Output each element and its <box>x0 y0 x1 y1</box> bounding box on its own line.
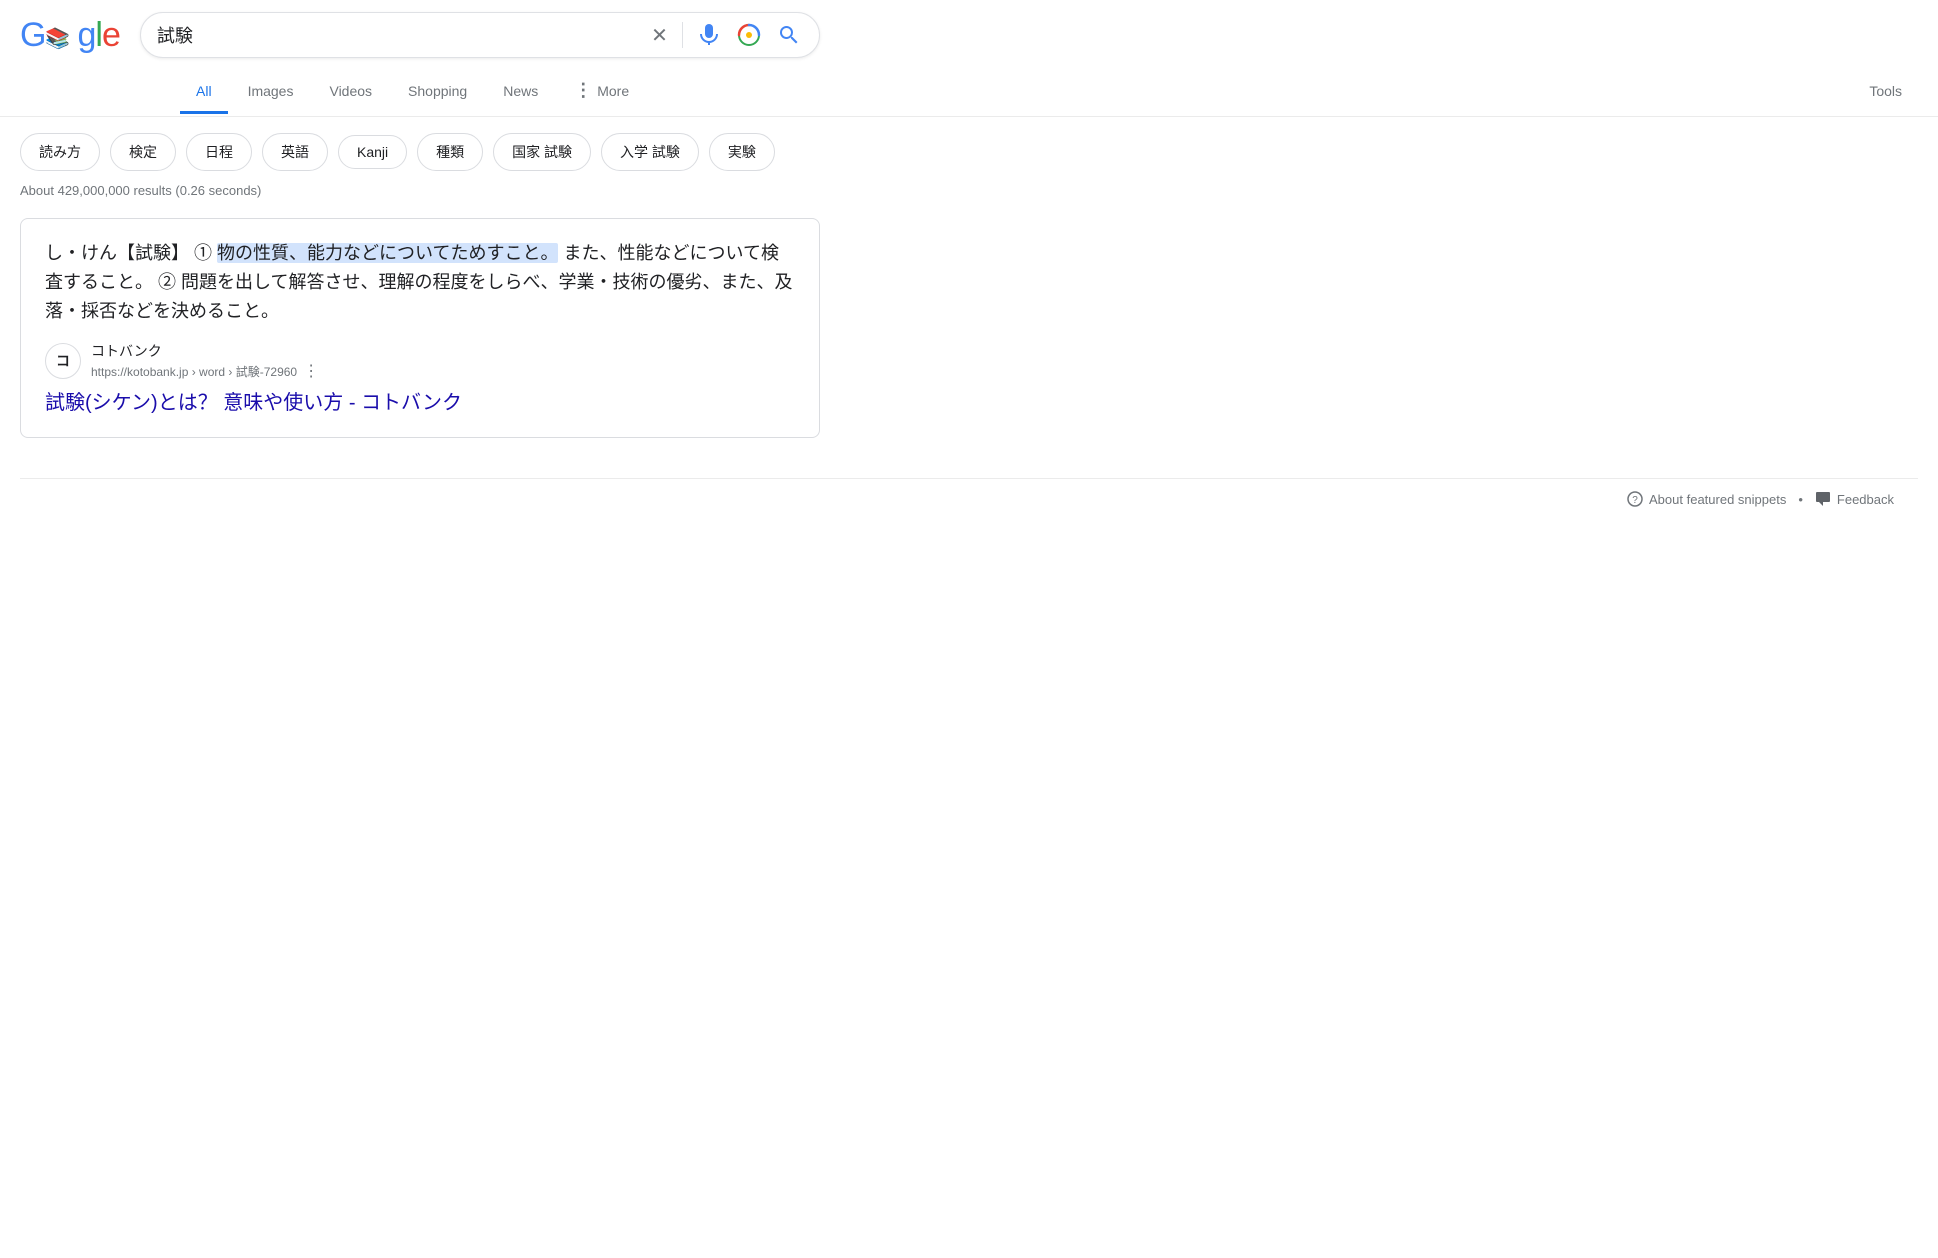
chip-kanji[interactable]: Kanji <box>338 135 407 169</box>
divider <box>682 22 683 48</box>
chip-yomikata[interactable]: 読み方 <box>20 133 100 171</box>
help-icon: ? <box>1627 491 1643 507</box>
search-icon <box>777 23 801 47</box>
search-bar: 試験 ✕ <box>140 12 820 58</box>
bottom-bar: ? About featured snippets • Feedback <box>20 478 1918 519</box>
source-url: https://kotobank.jp › word › 試験-72960 <box>91 363 297 380</box>
search-icons: ✕ <box>649 21 803 50</box>
chip-nittei[interactable]: 日程 <box>186 133 252 171</box>
snippet-text: し・けん【試験】 ① 物の性質、能力などについてためすこと。 また、性能などにつ… <box>45 239 795 325</box>
logo-wordmark: G 📚 g l e <box>20 16 120 55</box>
clear-icon: ✕ <box>651 23 668 48</box>
google-logo[interactable]: G 📚 g l e <box>20 16 120 55</box>
tab-tools[interactable]: Tools <box>1853 71 1918 114</box>
logo-letter-g: G <box>20 16 45 55</box>
tab-videos[interactable]: Videos <box>313 71 388 114</box>
chip-eigo[interactable]: 英語 <box>262 133 328 171</box>
chips-row: 読み方 検定 日程 英語 Kanji 種類 国家 試験 入学 試験 実験 <box>0 117 1938 183</box>
search-input[interactable]: 試験 <box>157 25 639 46</box>
chip-jikken[interactable]: 実験 <box>709 133 775 171</box>
source-name: コトバンク <box>91 341 319 361</box>
svg-text:?: ? <box>1632 495 1638 506</box>
result-link[interactable]: 試験(シケン)とは？ 意味や使い方 - コトバンク <box>45 389 795 417</box>
source-icon: コ <box>45 343 81 379</box>
featured-snippet: し・けん【試験】 ① 物の性質、能力などについてためすこと。 また、性能などにつ… <box>20 218 820 438</box>
tab-shopping[interactable]: Shopping <box>392 71 483 114</box>
chip-shurui[interactable]: 種類 <box>417 133 483 171</box>
dot-separator: • <box>1798 492 1803 507</box>
lens-icon <box>737 23 761 47</box>
snippet-text-highlight: 物の性質、能力などについてためすこと。 <box>217 243 558 263</box>
about-snippets-item: ? About featured snippets <box>1627 491 1786 507</box>
source-info: コトバンク https://kotobank.jp › word › 試験-72… <box>91 341 319 381</box>
logo-letter-e: e <box>102 16 120 55</box>
tab-news[interactable]: News <box>487 71 554 114</box>
chip-nyugaku[interactable]: 入学 試験 <box>601 133 699 171</box>
clear-button[interactable]: ✕ <box>649 21 670 50</box>
more-options-icon[interactable]: ⋮ <box>303 361 319 381</box>
results-count: About 429,000,000 results (0.26 seconds) <box>20 183 1918 198</box>
more-dots-icon: ⋮ <box>574 80 593 101</box>
tab-images[interactable]: Images <box>232 71 310 114</box>
snippet-source: コ コトバンク https://kotobank.jp › word › 試験-… <box>45 341 795 381</box>
snippet-text-before: し・けん【試験】 ① <box>45 243 217 263</box>
chip-kentei[interactable]: 検定 <box>110 133 176 171</box>
results-area: About 429,000,000 results (0.26 seconds)… <box>0 183 1938 539</box>
feedback-icon <box>1815 491 1831 507</box>
tab-more[interactable]: ⋮ More <box>558 68 645 116</box>
source-url-row: https://kotobank.jp › word › 試験-72960 ⋮ <box>91 361 319 381</box>
tab-all[interactable]: All <box>180 71 228 114</box>
svg-text:📚: 📚 <box>45 27 69 50</box>
tab-bar: All Images Videos Shopping News ⋮ More T… <box>0 68 1938 117</box>
chip-kokka[interactable]: 国家 試験 <box>493 133 591 171</box>
logo-doodle-icon: 📚 <box>45 21 77 53</box>
header: G 📚 g l e 試験 ✕ <box>0 0 1938 58</box>
mic-icon <box>697 23 721 47</box>
logo-letter-g2: g <box>77 16 95 55</box>
voice-search-button[interactable] <box>695 21 723 49</box>
about-snippets-label[interactable]: About featured snippets <box>1649 492 1786 507</box>
search-button[interactable] <box>775 21 803 49</box>
lens-button[interactable] <box>735 21 763 49</box>
search-bar-container: 試験 ✕ <box>140 12 820 58</box>
feedback-item: Feedback <box>1815 491 1894 507</box>
feedback-label[interactable]: Feedback <box>1837 492 1894 507</box>
